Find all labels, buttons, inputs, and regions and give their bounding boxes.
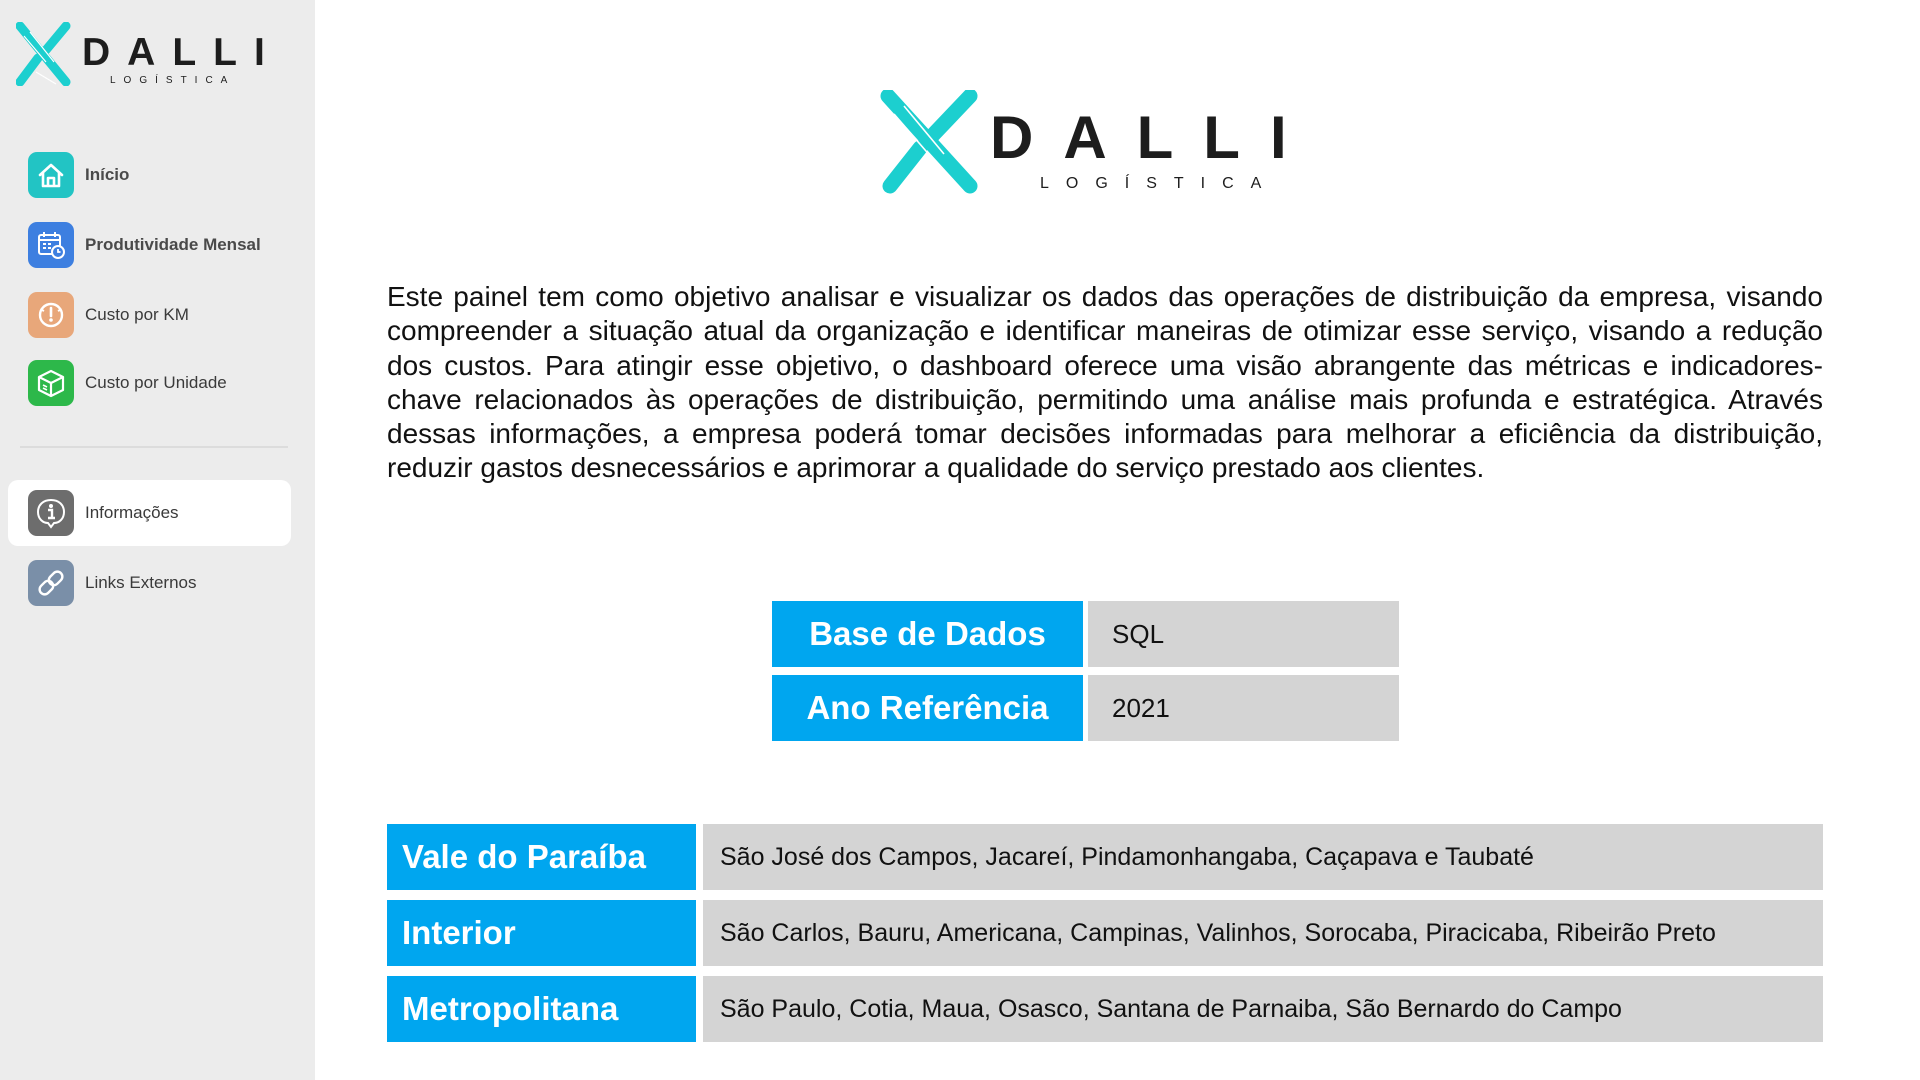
home-icon — [28, 152, 74, 198]
logo-subtitle: LOGÍSTICA — [110, 73, 235, 86]
nav-label: Informações — [85, 503, 179, 522]
region-label: Vale do Paraíba — [387, 824, 696, 890]
dalli-main-logo: DALLI LOGÍSTICA — [880, 90, 1300, 195]
nav-label: Custo por KM — [85, 305, 189, 324]
info-icon — [28, 490, 74, 536]
dashboard-description: Este painel tem como objetivo analisar e… — [387, 281, 1823, 484]
sidebar-divider — [20, 446, 288, 448]
logo-wordmark: DALLI — [82, 31, 266, 74]
region-cities: São Paulo, Cotia, Maua, Osasco, Santana … — [703, 976, 1823, 1042]
calendar-clock-icon — [28, 222, 74, 268]
logo-subtitle: LOGÍSTICA — [1040, 173, 1278, 192]
meta-label-ano-referencia: Ano Referência — [772, 675, 1083, 741]
nav-label: Início — [85, 165, 130, 184]
logo-wordmark: DALLI — [990, 104, 1300, 171]
logo-x-mark — [880, 90, 978, 195]
sidebar: DALLI LOGÍSTICA Início Produtividade Men… — [0, 0, 315, 1080]
nav-item-produtividade-mensal[interactable]: Produtividade Mensal — [8, 212, 291, 278]
nav-item-custo-por-unidade[interactable]: Custo por Unidade — [8, 350, 291, 416]
nav-item-informacoes[interactable]: Informações — [8, 480, 291, 546]
link-icon — [28, 560, 74, 606]
region-cities: São José dos Campos, Jacareí, Pindamonha… — [703, 824, 1823, 890]
nav-label: Produtividade Mensal — [85, 235, 261, 254]
meta-label-base-de-dados: Base de Dados — [772, 601, 1083, 667]
speedometer-icon — [28, 292, 74, 338]
region-cities: São Carlos, Bauru, Americana, Campinas, … — [703, 900, 1823, 966]
nav-item-inicio[interactable]: Início — [8, 142, 291, 208]
nav-label: Links Externos — [85, 573, 197, 592]
nav-item-custo-por-km[interactable]: Custo por KM — [8, 282, 291, 348]
logo-x-mark — [16, 22, 71, 86]
nav-label: Custo por Unidade — [85, 373, 227, 392]
region-label: Interior — [387, 900, 696, 966]
meta-value-ano-referencia: 2021 — [1088, 675, 1399, 741]
box-icon — [28, 360, 74, 406]
nav-item-links-externos[interactable]: Links Externos — [8, 550, 291, 616]
meta-value-base-de-dados: SQL — [1088, 601, 1399, 667]
dalli-logo: DALLI LOGÍSTICA — [16, 22, 266, 86]
region-label: Metropolitana — [387, 976, 696, 1042]
